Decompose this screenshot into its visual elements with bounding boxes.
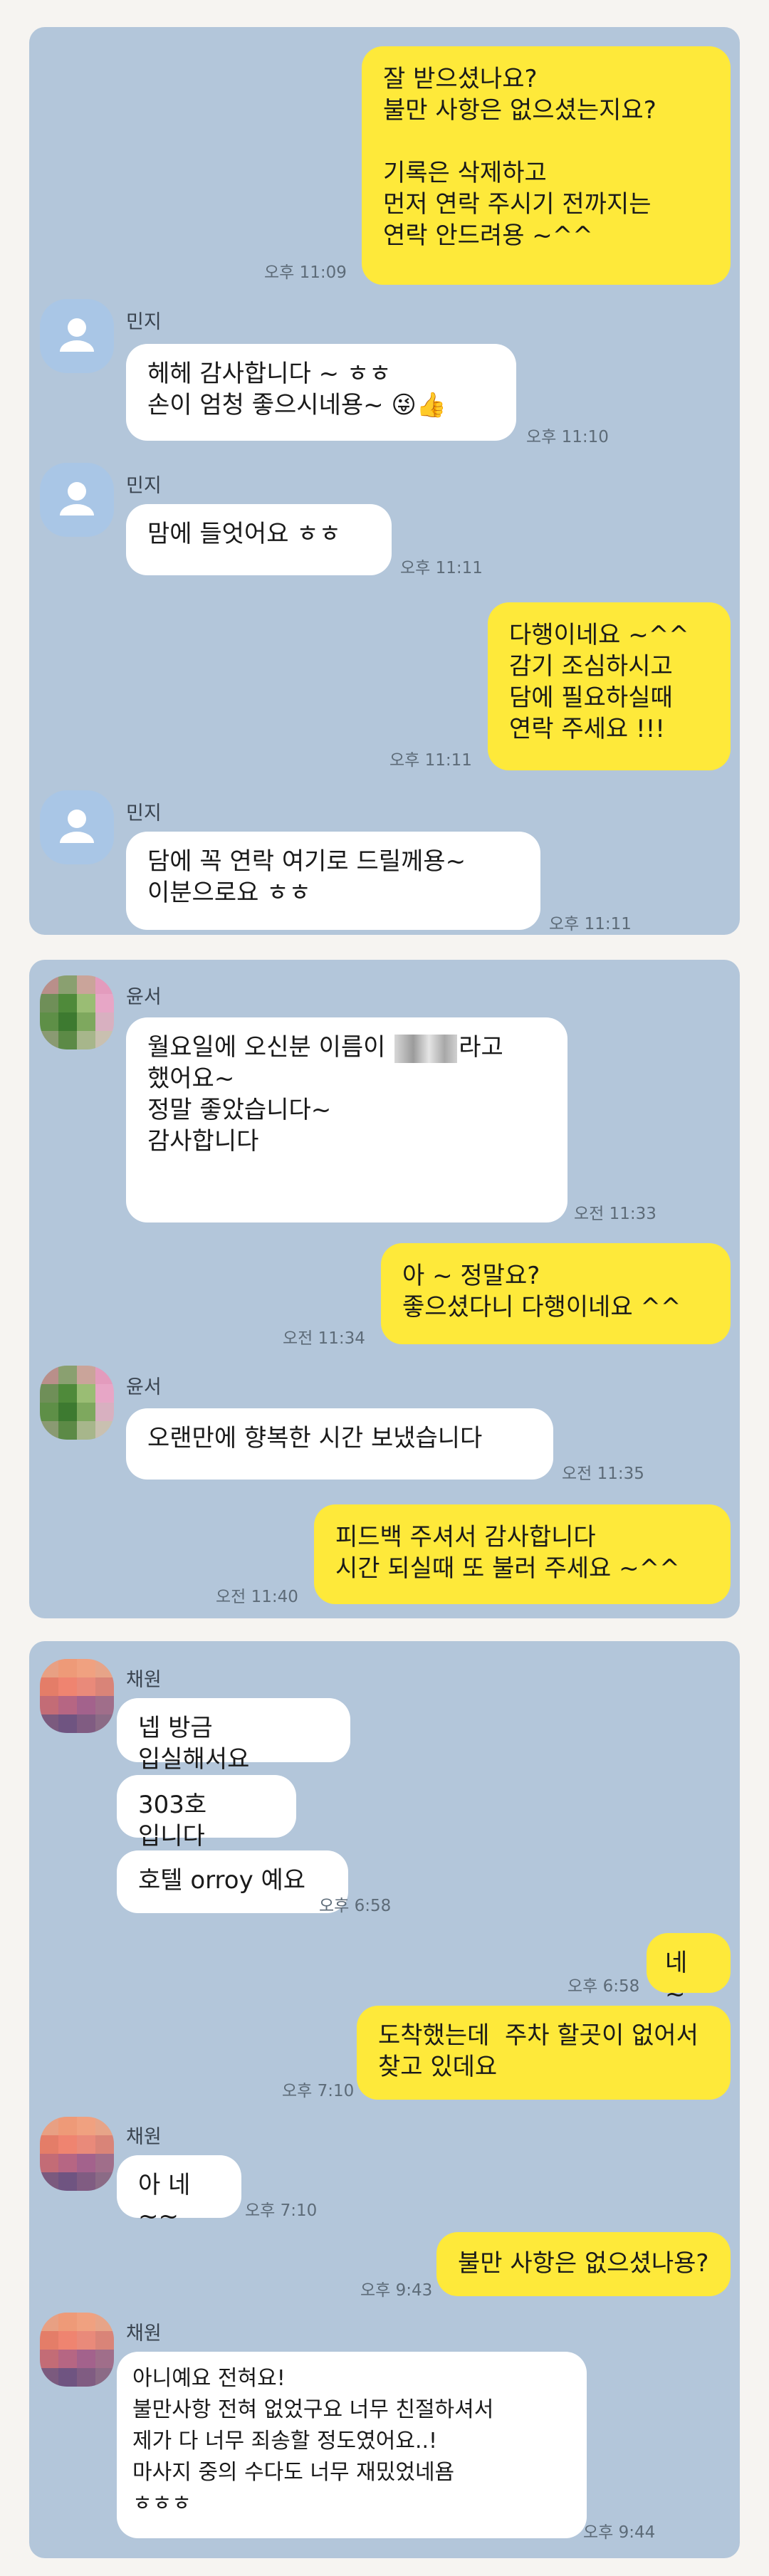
person-icon: [60, 810, 94, 843]
message-time: 오후 11:11: [549, 915, 632, 933]
message-time: 오후 11:10: [526, 428, 609, 446]
message-time: 오후 11:11: [389, 751, 472, 770]
their-message-bubble[interactable]: 아니예요 전혀요! 불만사항 전혀 없었구요 너무 친절하셔서 제가 다 너무 …: [117, 2352, 587, 2538]
sender-name: 민지: [126, 802, 162, 824]
message-time: 오후 11:09: [264, 263, 347, 282]
message-time: 오후 9:43: [360, 2281, 433, 2300]
avatar[interactable]: [40, 975, 114, 1049]
person-icon: [60, 318, 94, 352]
sender-name: 윤서: [126, 986, 162, 1008]
pixelated-avatar-image: [40, 2313, 114, 2387]
my-message-bubble[interactable]: 잘 받으셨나요? 불만 사항은 없으셨는지요? 기록은 삭제하고 먼저 연락 주…: [362, 46, 731, 285]
message-time: 오전 11:35: [562, 1465, 644, 1483]
chat-panel-2: 윤서 월요일에 오신분 이름이 라고 했어요~ 정말 좋았습니다~ 감사합니다 …: [29, 960, 740, 1618]
their-message-bubble[interactable]: 아 네~~: [117, 2155, 241, 2231]
pixelated-avatar-image: [40, 2117, 114, 2191]
their-message-bubble[interactable]: 오랜만에 향복한 시간 보냈습니다: [126, 1408, 553, 1480]
sender-name: 윤서: [126, 1376, 162, 1398]
avatar[interactable]: [40, 2117, 114, 2191]
avatar[interactable]: [40, 1659, 114, 1733]
pixelated-avatar-image: [40, 1366, 114, 1440]
person-icon: [60, 482, 94, 515]
my-message-bubble[interactable]: 아 ~ 정말요? 좋으셨다니 다행이네요 ^^: [381, 1243, 731, 1344]
avatar[interactable]: [40, 299, 114, 373]
message-time: 오후 7:10: [245, 2201, 318, 2220]
their-message-bubble[interactable]: 맘에 들엇어요 ㅎㅎ: [126, 504, 392, 575]
their-message-bubble[interactable]: 헤헤 감사합니다 ~ ㅎㅎ 손이 엄청 좋으시네용~ 😜👍: [126, 344, 516, 441]
their-message-bubble[interactable]: 호텔 orroy 예요: [117, 1850, 348, 1913]
sender-name: 채원: [126, 2323, 162, 2345]
chat-panel-3: 채원 넵 방금 입실해서요 303호 입니다 호텔 orroy 예요 오후 6:…: [29, 1641, 740, 2558]
their-message-bubble[interactable]: 월요일에 오신분 이름이 라고 했어요~ 정말 좋았습니다~ 감사합니다: [126, 1017, 567, 1222]
message-time: 오후 11:11: [400, 559, 483, 577]
my-message-bubble[interactable]: 도착했는데 주차 할곳이 없어서 찾고 있데요: [357, 2006, 731, 2100]
message-time: 오전 11:34: [283, 1329, 365, 1348]
avatar[interactable]: [40, 1366, 114, 1440]
blurred-name: [394, 1034, 458, 1063]
message-time: 오후 7:10: [282, 2082, 355, 2100]
message-time: 오후 6:58: [567, 1977, 640, 1996]
their-message-bubble[interactable]: 담에 꼭 연락 여기로 드릴께용~ 이분으로요 ㅎㅎ: [126, 832, 540, 930]
message-time: 오후 9:44: [583, 2523, 656, 2542]
sender-name: 채원: [126, 2126, 162, 2148]
sender-name: 민지: [126, 475, 162, 497]
my-message-bubble[interactable]: 피드백 주셔서 감사합니다 시간 되실때 또 불러 주세요 ~^^: [314, 1504, 731, 1604]
message-time: 오후 6:58: [319, 1897, 392, 1915]
message-time: 오전 11:40: [216, 1588, 298, 1606]
message-time: 오전 11:33: [574, 1205, 656, 1223]
pixelated-avatar-image: [40, 1659, 114, 1733]
avatar[interactable]: [40, 790, 114, 864]
avatar[interactable]: [40, 2313, 114, 2387]
avatar[interactable]: [40, 463, 114, 537]
chat-panel-1: 잘 받으셨나요? 불만 사항은 없으셨는지요? 기록은 삭제하고 먼저 연락 주…: [29, 27, 740, 935]
message-text: 월요일에 오신분 이름이: [147, 1033, 394, 1062]
my-message-bubble[interactable]: 네 ~: [647, 1933, 731, 2009]
my-message-bubble[interactable]: 불만 사항은 없으셨나용?: [436, 2232, 731, 2296]
their-message-bubble[interactable]: 넵 방금 입실해서요: [117, 1698, 350, 1774]
my-message-bubble[interactable]: 다행이네요 ~^^ 감기 조심하시고 담에 필요하실때 연락 주세요 !!!: [488, 602, 731, 770]
sender-name: 민지: [126, 311, 162, 333]
sender-name: 채원: [126, 1669, 162, 1691]
their-message-bubble[interactable]: 303호 입니다: [117, 1775, 296, 1850]
pixelated-avatar-image: [40, 975, 114, 1049]
